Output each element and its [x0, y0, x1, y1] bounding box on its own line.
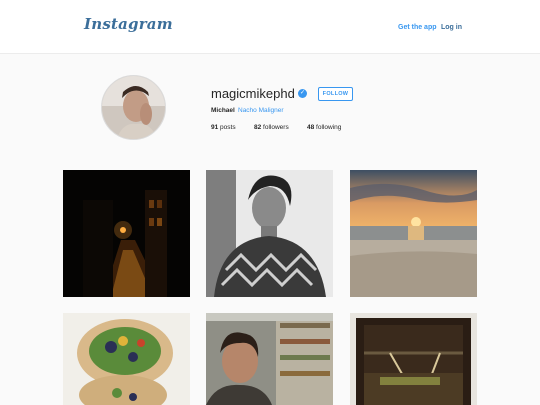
profile-photo-image — [102, 76, 165, 139]
top-navigation-bar: Instagram Get the app Log in — [0, 0, 540, 54]
greenhouse-interior-photo[interactable] — [350, 313, 477, 405]
night-alley-photo[interactable] — [63, 170, 190, 297]
bio-link[interactable]: Nacho Maligner — [238, 107, 284, 114]
profile-full-name: Michael — [211, 107, 235, 114]
posts-count: 91 — [211, 124, 219, 131]
following-count-stat[interactable]: 48 following — [307, 124, 341, 131]
beach-sunset-photo[interactable] — [350, 170, 477, 297]
profile-username: magicmikephd — [211, 86, 295, 101]
following-label: following — [316, 124, 342, 131]
man-in-store-aisle-photo[interactable] — [206, 313, 333, 405]
follow-button[interactable]: FOLLOW — [318, 87, 353, 101]
man-patterned-sweater-photo[interactable] — [206, 170, 333, 297]
verified-badge-icon: ✓ — [298, 89, 307, 98]
instagram-logo[interactable]: Instagram — [84, 15, 173, 33]
followers-count-stat[interactable]: 82 followers — [254, 124, 289, 131]
get-the-app-link[interactable]: Get the app — [398, 24, 437, 31]
veggie-wrap-photo[interactable] — [63, 313, 190, 405]
avatar — [101, 75, 166, 140]
followers-label: followers — [263, 124, 289, 131]
login-link[interactable]: Log in — [441, 24, 462, 31]
posts-count-stat: 91 posts — [211, 124, 236, 131]
posts-label: posts — [220, 124, 236, 131]
followers-count: 82 — [254, 124, 262, 131]
following-count: 48 — [307, 124, 315, 131]
